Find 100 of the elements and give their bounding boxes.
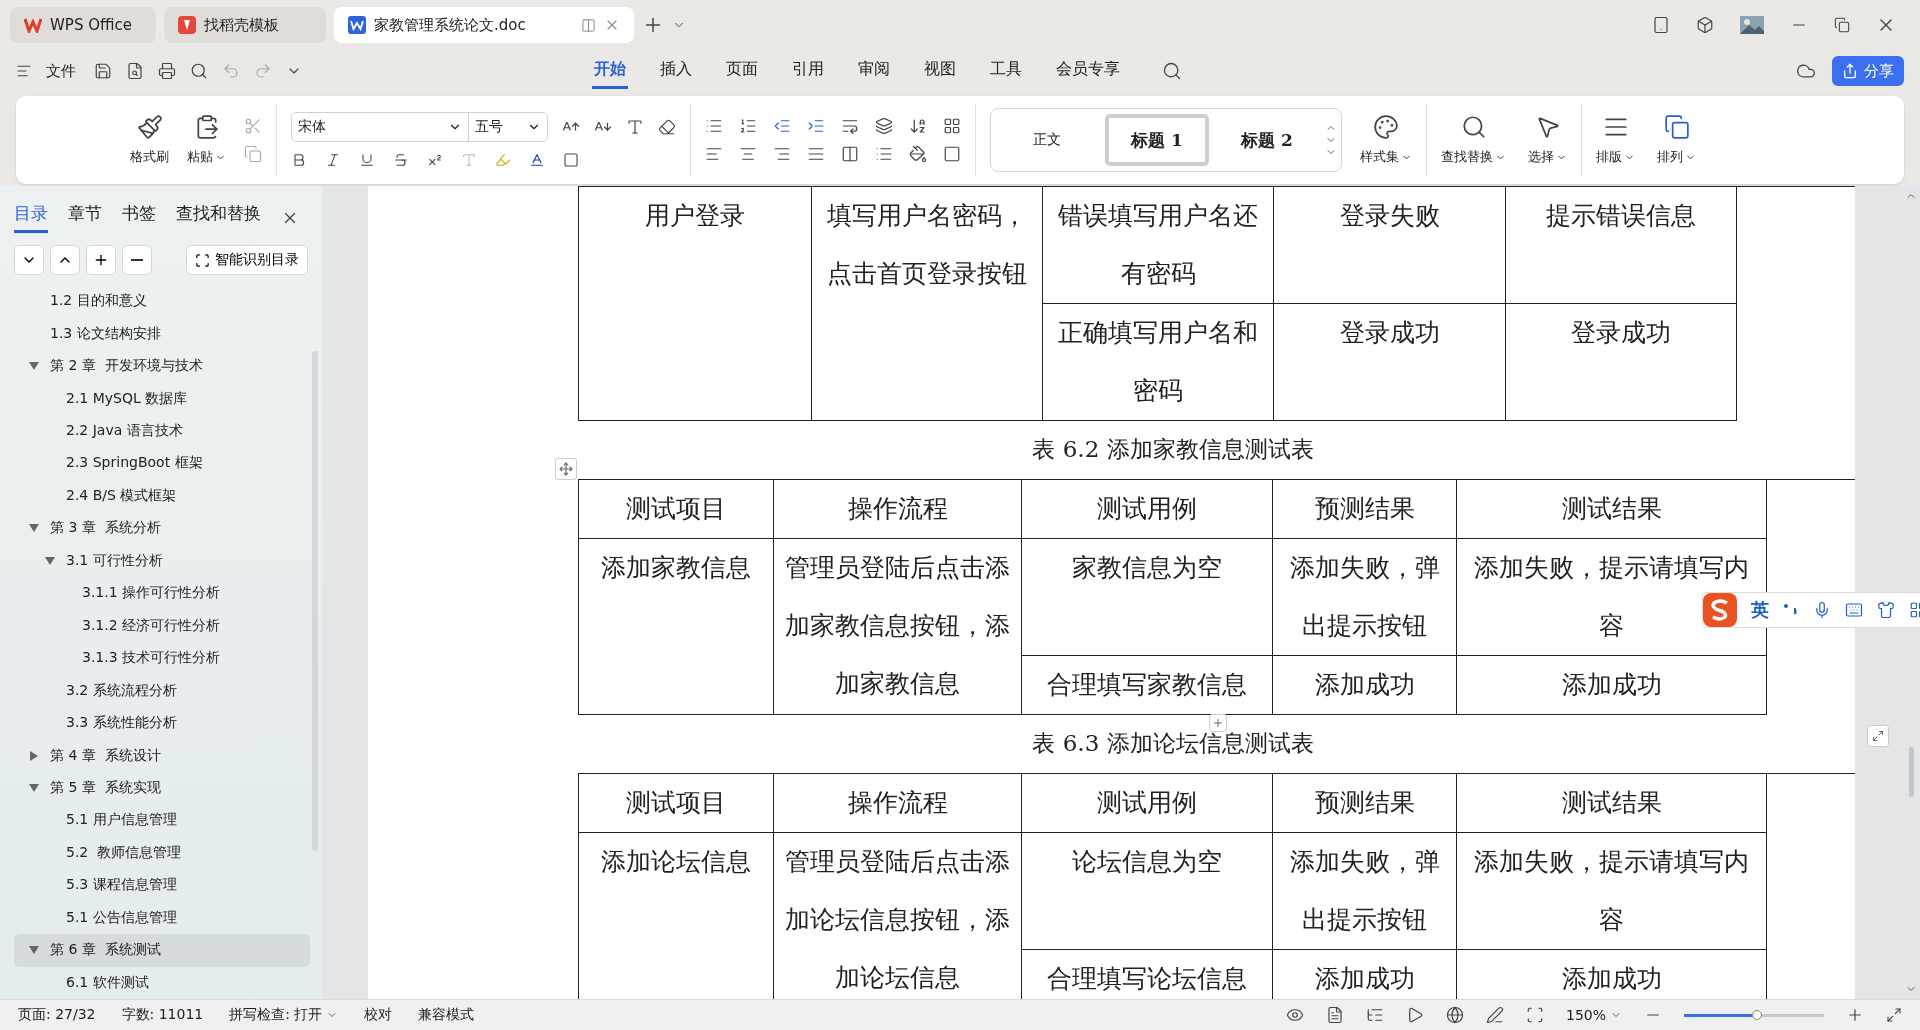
menu-tab[interactable]: 插入 (658, 53, 694, 89)
app-tab[interactable]: 家教管理系统论文.doc (334, 7, 634, 43)
microphone-icon[interactable] (1813, 601, 1831, 619)
zoom-level[interactable]: 150% (1565, 1007, 1606, 1023)
nav-tab[interactable]: 书签 (122, 202, 156, 233)
decrease-indent-icon[interactable] (773, 117, 791, 135)
word-count[interactable]: 字数: 11011 (121, 1006, 204, 1024)
style-option[interactable]: 正文 (995, 114, 1099, 166)
outline-item[interactable]: 2.4 B/S 模式框架 (14, 479, 310, 513)
outline-item[interactable]: 第 6 章 系统测试 (14, 934, 310, 967)
outline-item[interactable]: 3.2 系统流程分析 (14, 674, 310, 707)
arrange-icon[interactable] (1663, 114, 1690, 140)
cloud-icon[interactable] (1796, 61, 1816, 81)
outline-item[interactable]: 第 2 章 开发环境与技术 (14, 349, 310, 383)
scrollbar-thumb[interactable] (1908, 747, 1914, 797)
align-right-icon[interactable] (773, 145, 791, 163)
fullscreen-icon[interactable] (1886, 1007, 1902, 1023)
layout-button[interactable]: 排版 (1596, 148, 1635, 166)
outline-item[interactable]: 6.1 软件测试 (14, 966, 310, 999)
outline-item[interactable]: 5.3 课程信息管理 (14, 869, 310, 902)
expanded-triangle-icon[interactable] (29, 784, 39, 792)
expanded-triangle-icon[interactable] (45, 556, 55, 565)
restore-icon[interactable] (1834, 17, 1850, 33)
outline-view-icon[interactable] (1365, 1006, 1384, 1024)
outline-item[interactable]: 第 4 章 系统设计 (14, 739, 310, 772)
collapsed-triangle-icon[interactable] (30, 750, 38, 761)
border-icon[interactable] (943, 145, 961, 163)
outline-item[interactable]: 3.1.2 经济可行性分析 (14, 609, 310, 642)
outline-item[interactable]: 第 3 章 系统分析 (14, 512, 310, 545)
outline-item[interactable]: 5.1 公告信息管理 (14, 901, 310, 935)
bullet-list-icon[interactable] (705, 117, 723, 135)
style-option[interactable]: 标题 1 (1105, 114, 1209, 166)
outline-item[interactable]: 3.1.1 操作可行性分析 (14, 577, 310, 610)
menu-tab[interactable]: 工具 (988, 53, 1024, 89)
remove-button[interactable] (122, 245, 152, 275)
paste-button[interactable]: 粘贴 (187, 148, 226, 166)
globe-icon[interactable] (1445, 1006, 1464, 1024)
file-menu[interactable]: 文件 (46, 61, 76, 81)
move-handle-icon[interactable] (555, 458, 577, 480)
find-replace-icon[interactable] (1460, 114, 1487, 140)
increase-indent-icon[interactable] (807, 117, 825, 135)
strikethrough-icon[interactable] (393, 152, 409, 168)
collapse-button[interactable] (14, 245, 44, 275)
input-mode-toggle[interactable]: 英 (1751, 598, 1769, 622)
format-painter-icon[interactable] (136, 114, 163, 140)
outline-item[interactable]: 5.1 用户信息管理 (14, 804, 310, 837)
align-left-icon[interactable] (705, 145, 723, 163)
add-button[interactable] (86, 245, 116, 275)
find-replace-button[interactable]: 查找替换 (1441, 148, 1506, 166)
outline-item[interactable]: 1.3 论文结构安排 (14, 317, 310, 350)
arrange-button[interactable]: 排列 (1657, 148, 1696, 166)
cube-icon[interactable] (1696, 16, 1714, 34)
outline-item[interactable]: 2.2 Java 语言技术 (14, 414, 310, 448)
eye-icon[interactable] (1285, 1006, 1304, 1024)
fill-icon[interactable] (909, 145, 927, 163)
save-icon[interactable] (94, 62, 112, 80)
outline-item[interactable]: 3.1 可行性分析 (14, 544, 310, 578)
proofread-button[interactable]: 校对 (364, 1006, 393, 1024)
align-center-icon[interactable] (739, 145, 757, 163)
font-color-icon[interactable] (529, 152, 545, 168)
pen-icon[interactable] (1485, 1006, 1504, 1024)
eraser-icon[interactable] (658, 118, 676, 136)
distribute-icon[interactable] (841, 145, 859, 163)
expanded-triangle-icon[interactable] (29, 362, 39, 371)
outline-item[interactable]: 第 5 章 系统实现 (14, 771, 310, 805)
menu-tab[interactable]: 视图 (922, 53, 958, 89)
bold-icon[interactable] (291, 152, 307, 168)
expanded-triangle-icon[interactable] (29, 524, 39, 533)
line-spacing-icon[interactable] (875, 145, 893, 163)
menu-tab[interactable]: 页面 (724, 53, 760, 89)
underline-icon[interactable] (359, 152, 375, 168)
outline-item[interactable]: 3.1.3 技术可行性分析 (14, 642, 310, 675)
resize-handle-icon[interactable] (1867, 725, 1889, 747)
character-shading-icon[interactable] (563, 152, 579, 168)
menu-tab[interactable]: 审阅 (856, 53, 892, 89)
shirt-icon[interactable] (1877, 601, 1895, 619)
zoom-slider-thumb[interactable] (1751, 1010, 1762, 1020)
menu-tab[interactable]: 引用 (790, 53, 826, 89)
sort-icon[interactable] (909, 117, 927, 135)
add-row-icon[interactable] (1209, 714, 1227, 732)
print-icon[interactable] (158, 62, 176, 80)
app-tab[interactable]: 找稻壳模板 (164, 7, 326, 43)
input-method-logo-icon[interactable] (1703, 593, 1737, 627)
italic-icon[interactable] (325, 152, 341, 168)
page-count[interactable]: 页面: 27/32 (18, 1006, 96, 1024)
spell-check-status[interactable]: 拼写检查: 打开 (229, 1006, 323, 1024)
menu-tab[interactable]: 开始 (592, 53, 628, 89)
numbered-list-icon[interactable] (739, 117, 757, 135)
zoom-in-icon[interactable] (1846, 1006, 1864, 1024)
tablet-icon[interactable] (1652, 16, 1670, 34)
style-set-icon[interactable] (1373, 114, 1399, 140)
scrollbar-thumb[interactable] (312, 351, 318, 851)
print-preview-icon[interactable] (190, 62, 208, 80)
select-button[interactable]: 选择 (1528, 148, 1567, 166)
expand-button[interactable] (50, 245, 80, 275)
fit-icon[interactable] (1525, 1006, 1544, 1024)
style-option[interactable]: 标题 2 (1215, 114, 1319, 166)
outline-item[interactable]: 2.1 MySQL 数据库 (14, 382, 310, 415)
outline-item[interactable]: 1.2 目的和意义 (14, 285, 310, 318)
format-painter-label[interactable]: 格式刷 (130, 148, 169, 166)
